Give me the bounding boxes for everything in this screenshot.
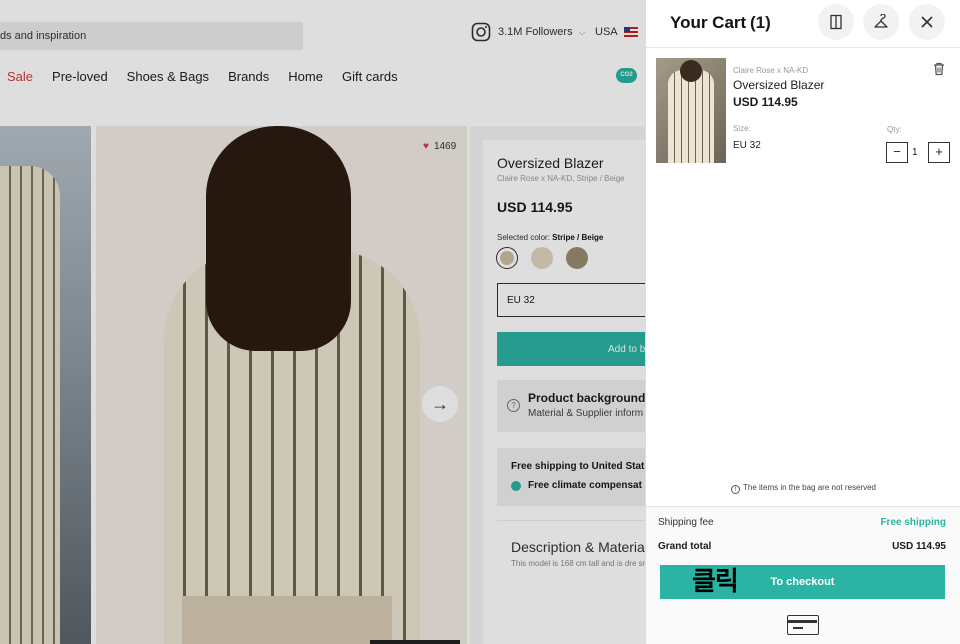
- photo-model-head: [680, 60, 702, 82]
- cart-summary: Shipping fee Free shipping Grand total U…: [646, 506, 960, 644]
- reservation-notice-text: The items in the bag are not reserved: [743, 483, 876, 492]
- hanger-icon: [874, 14, 888, 28]
- compare-button[interactable]: [818, 4, 854, 40]
- qty-increase-button[interactable]: +: [928, 142, 950, 163]
- cart-item-size-value: EU 32: [733, 140, 761, 151]
- trash-icon[interactable]: [931, 61, 947, 77]
- shipping-fee-label: Shipping fee: [658, 517, 714, 528]
- cart-item-brand: Claire Rose x NA-KD: [733, 66, 809, 75]
- credit-card-icon: [787, 615, 819, 635]
- cart-item-name[interactable]: Oversized Blazer: [733, 78, 824, 92]
- book-icon: [830, 14, 842, 30]
- cart-backdrop-overlay[interactable]: [0, 0, 645, 644]
- cart-item-qty-label: Qty:: [887, 125, 902, 134]
- cart-item-image[interactable]: [656, 58, 726, 163]
- wishlist-hanger-button[interactable]: [863, 4, 899, 40]
- divider: [646, 47, 960, 48]
- checkout-button-label: To checkout: [770, 576, 835, 588]
- checkout-button[interactable]: 클릭 To checkout: [660, 565, 945, 599]
- cart-item-price: USD 114.95: [733, 95, 798, 109]
- qty-value: 1: [912, 147, 918, 158]
- shipping-fee-value: Free shipping: [880, 517, 946, 528]
- close-cart-button[interactable]: [909, 4, 945, 40]
- info-icon: !: [731, 485, 741, 494]
- photo-garment: [668, 70, 714, 163]
- cart-drawer: Your Cart (1) Claire Rose x NA-KD Oversi…: [645, 0, 960, 644]
- cart-title: Your Cart: [670, 13, 747, 32]
- reservation-notice: ! The items in the bag are not reserved: [646, 483, 960, 494]
- cart-count: (1): [750, 13, 771, 32]
- grand-total-label: Grand total: [658, 541, 712, 552]
- qty-decrease-button[interactable]: −: [886, 142, 908, 163]
- grand-total-value: USD 114.95: [892, 541, 946, 552]
- close-icon: [921, 16, 933, 28]
- cart-item-size-label: Size:: [733, 124, 751, 133]
